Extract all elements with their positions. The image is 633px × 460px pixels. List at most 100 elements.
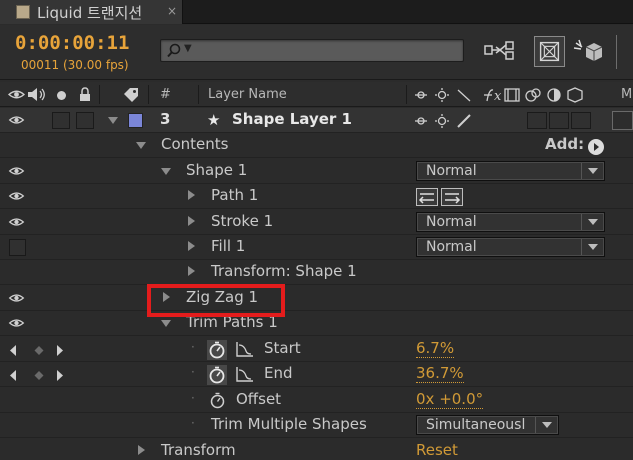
- layer-switches-icons[interactable]: [413, 113, 483, 129]
- dropdown-separator: [581, 163, 582, 179]
- chevron-down-icon: [588, 219, 598, 225]
- shy-layers-icon[interactable]: [572, 37, 604, 67]
- offset-value[interactable]: 0x +0.0°: [416, 390, 484, 409]
- keyframe-navigator-icons[interactable]: [9, 369, 69, 382]
- trim-paths-row[interactable]: Trim Paths 1: [0, 311, 633, 336]
- layer-label-color[interactable]: [128, 113, 143, 128]
- zigzag-row[interactable]: Zig Zag 1: [0, 286, 633, 311]
- column-separator: [406, 85, 407, 104]
- expand-path1-icon[interactable]: [188, 190, 195, 200]
- composition-mini-flowchart-icon[interactable]: [482, 37, 518, 65]
- lock-icon[interactable]: [79, 87, 91, 102]
- star-icon: ★: [207, 111, 221, 129]
- chevron-down-icon: [542, 422, 552, 428]
- trim-multiple-label: Trim Multiple Shapes: [211, 415, 367, 433]
- eye-icon[interactable]: [8, 166, 25, 176]
- add-label: Add:: [545, 135, 585, 153]
- layer-switch-box[interactable]: [549, 112, 569, 129]
- eye-icon[interactable]: [8, 217, 25, 227]
- expand-transform-icon[interactable]: [138, 445, 145, 455]
- draft-3d-icon[interactable]: [534, 36, 565, 67]
- timeline-header: 0:00:00:11 00011 (30.00 fps) ▼: [0, 25, 633, 80]
- stopwatch-icon[interactable]: [207, 340, 227, 360]
- contents-row[interactable]: Contents Add:: [0, 133, 633, 158]
- graph-icon[interactable]: [236, 366, 254, 382]
- stopwatch-icon[interactable]: [209, 392, 226, 409]
- shape1-label: Shape 1: [186, 161, 248, 179]
- eye-icon[interactable]: [8, 191, 25, 201]
- bullet-dot: ·: [191, 416, 195, 430]
- shape1-blend-mode-value: Normal: [426, 163, 477, 179]
- column-number: #: [160, 87, 171, 102]
- expand-shape1-icon[interactable]: [161, 168, 171, 175]
- transform-shape1-row[interactable]: Transform: Shape 1: [0, 260, 633, 285]
- label-tag-icon[interactable]: [122, 86, 140, 102]
- trim-multiple-select[interactable]: Simultaneousl: [416, 415, 559, 435]
- column-mode[interactable]: M: [621, 87, 632, 102]
- path-direction-icons[interactable]: [416, 188, 464, 206]
- eye-icon[interactable]: [8, 318, 25, 328]
- layer-switch-box[interactable]: [571, 112, 591, 129]
- search-input[interactable]: ▼: [160, 39, 464, 62]
- switches-icons[interactable]: x: [413, 87, 605, 103]
- layer-number: 3: [160, 110, 171, 128]
- search-dropdown-icon[interactable]: ▼: [184, 43, 192, 54]
- start-row[interactable]: · Start 6.7%: [0, 337, 633, 362]
- start-value[interactable]: 6.7%: [416, 339, 455, 358]
- tab-close-icon[interactable]: ×: [167, 4, 177, 18]
- dropdown-separator: [535, 417, 536, 433]
- transform-reset-link[interactable]: Reset: [416, 441, 458, 459]
- contents-label: Contents: [161, 135, 229, 153]
- svg-text:x: x: [494, 89, 502, 103]
- expand-stroke1-icon[interactable]: [188, 216, 195, 226]
- offset-row[interactable]: · Offset 0x +0.0°: [0, 388, 633, 413]
- highlight-box: [147, 284, 285, 317]
- dropdown-separator: [581, 214, 582, 230]
- stroke1-row[interactable]: Stroke 1 Normal: [0, 210, 633, 235]
- end-value[interactable]: 36.7%: [416, 364, 464, 383]
- dropdown-separator: [581, 239, 582, 255]
- fill1-blend-mode-select[interactable]: Normal: [416, 237, 605, 257]
- shape1-row[interactable]: Shape 1 Normal: [0, 159, 633, 184]
- header-edge-button[interactable]: [616, 35, 633, 69]
- fill1-row[interactable]: Fill 1 Normal: [0, 235, 633, 260]
- expand-transform-shape1-icon[interactable]: [188, 266, 195, 276]
- tab-composition[interactable]: Liquid 트랜지션 ×: [0, 0, 183, 24]
- audio-icon[interactable]: [27, 87, 47, 102]
- eye-toggle-off[interactable]: [9, 239, 26, 256]
- trim-multiple-row[interactable]: · Trim Multiple Shapes Simultaneousl: [0, 413, 633, 438]
- stroke1-blend-mode-value: Normal: [426, 214, 477, 230]
- mode-edge-box[interactable]: [612, 111, 633, 130]
- current-time[interactable]: 0:00:00:11: [15, 32, 129, 54]
- tab-bar: Liquid 트랜지션 ×: [0, 0, 633, 24]
- lock-switch[interactable]: [76, 112, 94, 129]
- graph-icon[interactable]: [236, 341, 254, 357]
- layer-row[interactable]: 3 ★ Shape Layer 1: [0, 108, 633, 133]
- column-separator: [99, 85, 100, 104]
- stroke1-blend-mode-select[interactable]: Normal: [416, 212, 605, 232]
- end-row[interactable]: · End 36.7%: [0, 362, 633, 387]
- stopwatch-icon[interactable]: [207, 365, 227, 385]
- start-label: Start: [264, 339, 301, 357]
- solo-icon[interactable]: [56, 90, 67, 101]
- chevron-down-icon: [588, 168, 598, 174]
- layer-switch-box[interactable]: [527, 112, 547, 129]
- video-eye-icon[interactable]: [8, 89, 25, 100]
- transform-row[interactable]: Transform Reset: [0, 439, 633, 460]
- layer-name[interactable]: Shape Layer 1: [232, 110, 352, 128]
- expand-contents-icon[interactable]: [136, 142, 146, 149]
- expand-fill1-icon[interactable]: [188, 241, 195, 251]
- shape1-blend-mode-select[interactable]: Normal: [416, 161, 605, 181]
- expand-layer-icon[interactable]: [108, 117, 118, 124]
- solo-switch[interactable]: [52, 112, 70, 129]
- search-icon: [167, 43, 181, 58]
- add-icon[interactable]: [587, 138, 605, 156]
- keyframe-navigator-icons[interactable]: [9, 344, 69, 357]
- column-separator: [148, 85, 149, 104]
- eye-icon[interactable]: [8, 293, 25, 303]
- column-layer-name[interactable]: Layer Name: [208, 87, 287, 102]
- expand-trim-paths-icon[interactable]: [161, 320, 171, 327]
- transform-shape1-label: Transform: Shape 1: [211, 262, 357, 280]
- path1-row[interactable]: Path 1: [0, 184, 633, 209]
- eye-icon[interactable]: [8, 115, 25, 125]
